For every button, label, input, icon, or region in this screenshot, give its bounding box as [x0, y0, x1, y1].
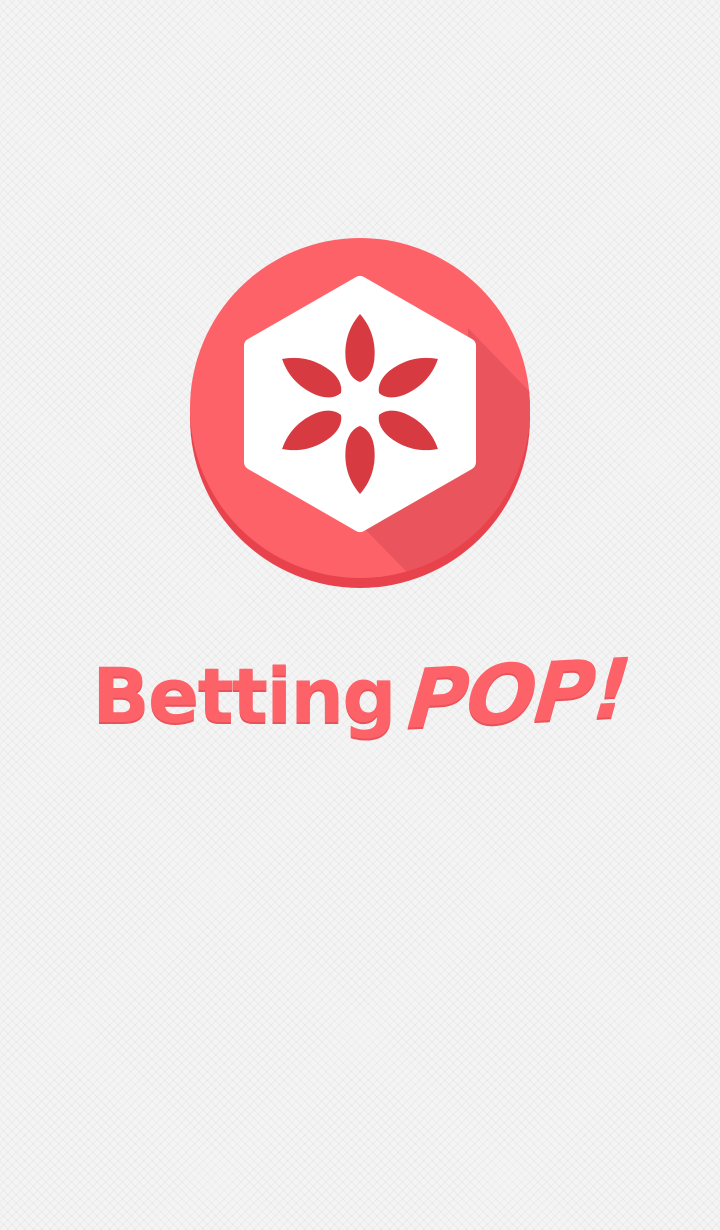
splash-screen: Betting POP!: [0, 0, 720, 1230]
hexagon-burst-icon: [190, 238, 530, 588]
app-title-betting: Betting: [91, 651, 397, 740]
app-title: Betting POP!: [0, 640, 720, 751]
app-title-pop: POP!: [403, 641, 633, 748]
app-logo: [188, 232, 534, 596]
